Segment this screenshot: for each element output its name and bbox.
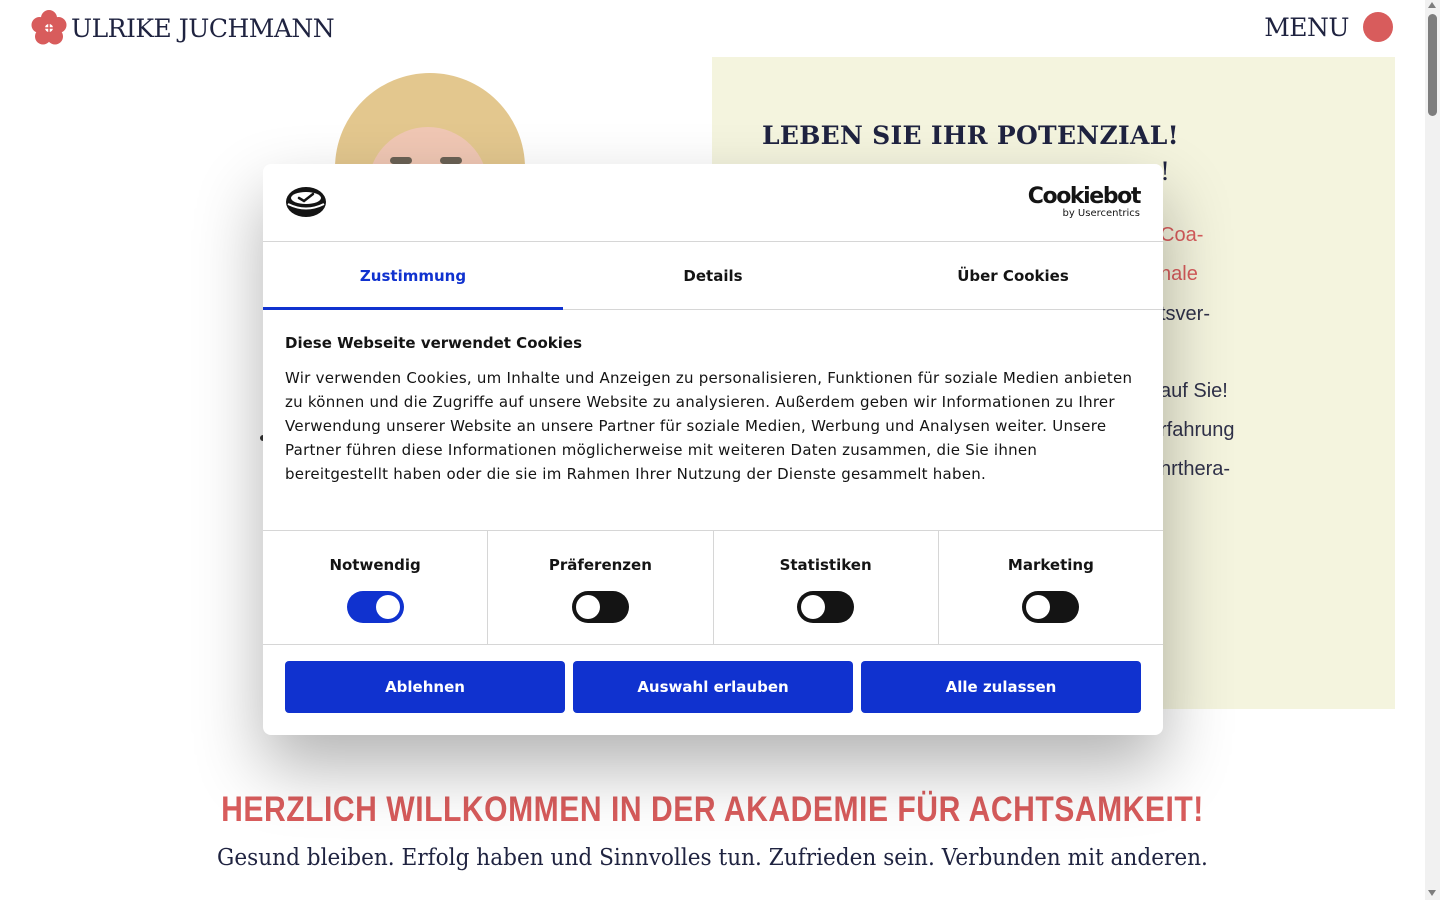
- cookiebot-wordmark: Cookiebot: [1027, 184, 1142, 209]
- menu-button[interactable]: MENU: [1264, 12, 1393, 42]
- cookiebot-icon: [285, 186, 327, 218]
- brand-name: ULRIKE JUCHMANN: [71, 13, 335, 43]
- scroll-up-arrow-icon[interactable]: [1428, 2, 1436, 8]
- allow-all-button[interactable]: Alle zulassen: [861, 661, 1141, 713]
- dialog-body: Diese Webseite verwendet Cookies Wir ver…: [263, 310, 1163, 531]
- toggle-label: Statistiken: [779, 556, 872, 574]
- tab-consent[interactable]: Zustimmung: [263, 242, 563, 310]
- site-logo[interactable]: ULRIKE JUCHMANN: [30, 9, 335, 47]
- toggle-knob: [1026, 595, 1051, 619]
- toggle-knob: [375, 595, 400, 619]
- scroll-thumb[interactable]: [1428, 14, 1437, 116]
- hero-title: LEBEN SIE IHR POTENZIAL!: [762, 121, 1179, 150]
- scroll-down-arrow-icon[interactable]: [1428, 890, 1436, 896]
- hero-text-line: hrthera-: [1160, 458, 1231, 480]
- toggle-label: Marketing: [1007, 556, 1094, 574]
- toggle-knob: [575, 595, 600, 619]
- toggle-cell-statistics: Statistiken: [714, 531, 939, 644]
- welcome-heading: HERZLICH WILLKOMMEN IN DER AKADEMIE FÜR …: [221, 790, 1204, 829]
- toggle-statistics[interactable]: [797, 591, 855, 623]
- toggle-label: Präferenzen: [548, 556, 652, 574]
- cookiebot-byline: by Usercentrics: [1062, 208, 1140, 219]
- toggle-marketing[interactable]: [1022, 591, 1080, 623]
- cookie-consent-dialog: Cookiebot by Usercentrics Zustimmung Det…: [263, 164, 1163, 735]
- consent-toggles: Notwendig Präferenzen Statistiken Market…: [263, 531, 1163, 645]
- toggle-preferences[interactable]: [571, 591, 629, 623]
- toggle-cell-necessary: Notwendig: [263, 531, 489, 644]
- tab-about-cookies[interactable]: Über Cookies: [863, 242, 1163, 309]
- dialog-header: Cookiebot by Usercentrics: [263, 164, 1163, 242]
- toggle-cell-marketing: Marketing: [939, 531, 1163, 644]
- portrait-eye: [390, 157, 412, 164]
- toggle-cell-preferences: Präferenzen: [488, 531, 714, 644]
- toggle-label: Notwendig: [329, 556, 421, 574]
- hero-text-line[interactable]: Coa-: [1160, 224, 1203, 247]
- hero-text-line[interactable]: nale: [1160, 263, 1198, 286]
- tab-details[interactable]: Details: [563, 242, 863, 309]
- toggle-necessary[interactable]: [346, 591, 404, 623]
- allow-selection-button[interactable]: Auswahl erlauben: [573, 661, 853, 713]
- dialog-text: Wir verwenden Cookies, um Inhalte und An…: [285, 369, 1133, 483]
- menu-dot-icon: [1363, 12, 1393, 42]
- toggle-knob: [801, 595, 826, 619]
- dialog-tabs: Zustimmung Details Über Cookies: [263, 242, 1163, 310]
- site-header: ULRIKE JUCHMANN MENU: [0, 0, 1440, 58]
- hero-text-line: tsver-: [1160, 303, 1210, 325]
- hero-text-line: rfahrung: [1160, 419, 1235, 441]
- hero-text-line: auf Sie!: [1160, 380, 1228, 402]
- page-scrollbar[interactable]: [1425, 0, 1440, 900]
- portrait-eye: [440, 157, 462, 164]
- decline-button[interactable]: Ablehnen: [285, 661, 565, 713]
- dialog-title: Diese Webseite verwendet Cookies: [285, 334, 583, 352]
- dialog-actions: Ablehnen Auswahl erlauben Alle zulassen: [263, 645, 1163, 713]
- cookiebot-logo[interactable]: Cookiebot by Usercentrics: [1027, 184, 1142, 220]
- flower-icon: [30, 9, 68, 47]
- welcome-subheading: Gesund bleiben. Erfolg haben und Sinnvol…: [217, 845, 1208, 871]
- menu-label: MENU: [1264, 12, 1349, 42]
